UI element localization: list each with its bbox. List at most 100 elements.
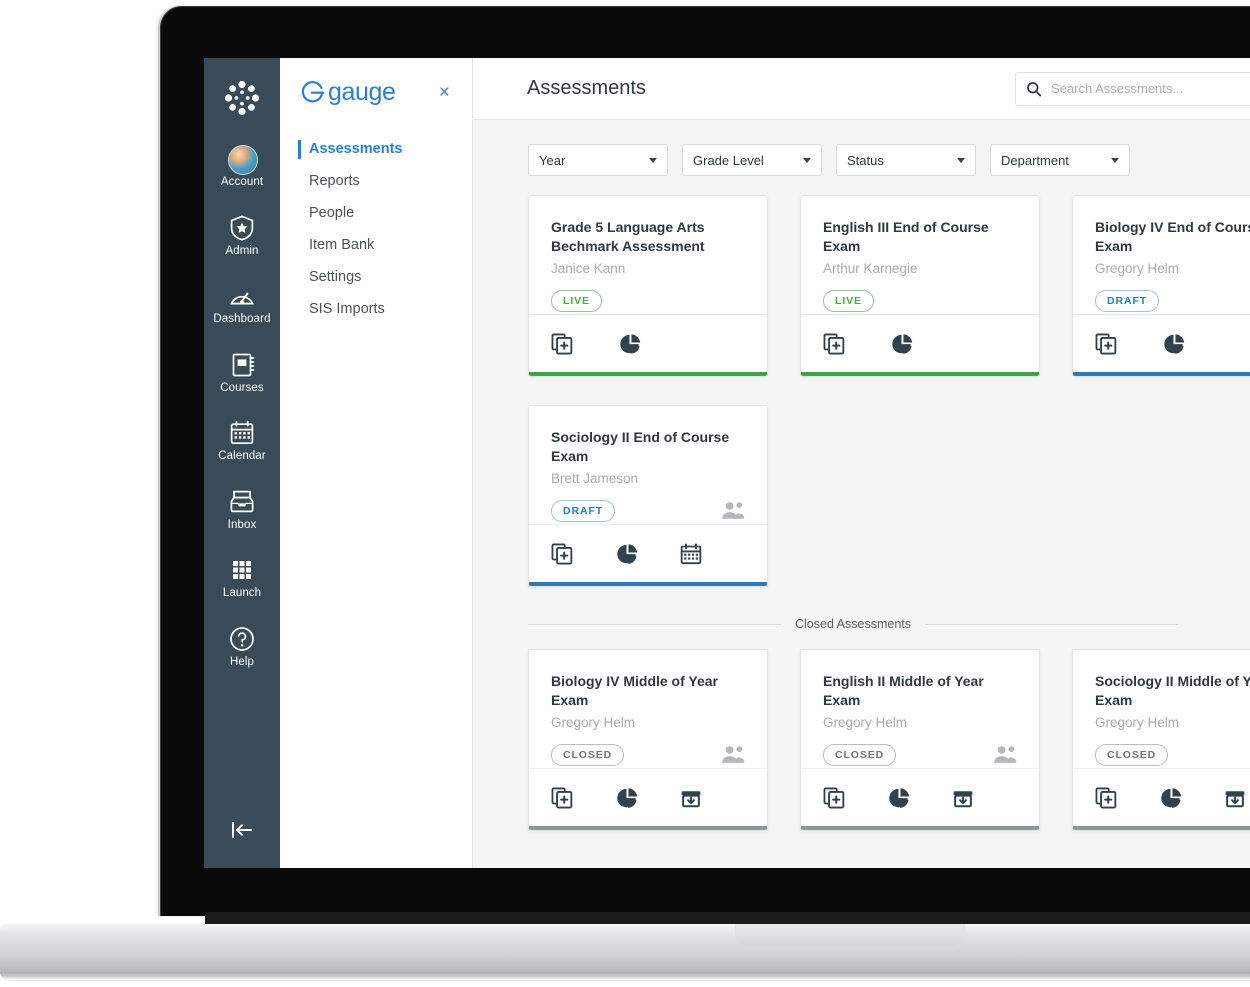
card-author: Brett Jameson <box>551 470 639 486</box>
filter-label: Department <box>1001 152 1069 168</box>
nav-rail-item-launch[interactable]: Launch <box>204 556 280 600</box>
assessment-card[interactable]: English II Middle of Year Exam Gregory H… <box>800 649 1040 831</box>
side-menu-item-reports[interactable]: Reports <box>280 165 472 197</box>
status-badge: DRAFT <box>1095 289 1160 312</box>
duplicate-icon[interactable] <box>551 787 616 809</box>
side-menu-label: Reports <box>309 173 360 189</box>
page-title: Assessments <box>527 77 646 99</box>
card-accent-bar <box>801 372 1039 376</box>
people-icon <box>721 501 745 520</box>
nav-rail-label: Admin <box>225 244 259 257</box>
nav-rail-item-help[interactable]: Help <box>204 625 280 669</box>
assessment-card[interactable]: Sociology II End of Course Exam Brett Ja… <box>528 405 768 587</box>
gauge-brand-header: gauge × <box>280 58 472 107</box>
nav-rail-label: Dashboard <box>213 313 271 325</box>
filter-label: Grade Level <box>693 152 764 168</box>
archive-download-icon[interactable] <box>952 787 1017 809</box>
card-title: Biology IV End of Course Exam <box>1095 219 1250 254</box>
side-menu-label: Assessments <box>309 141 403 157</box>
card-accent-bar <box>529 826 767 830</box>
duplicate-icon[interactable] <box>823 787 888 809</box>
pie-chart-icon[interactable] <box>891 333 959 355</box>
people-icon <box>721 745 745 764</box>
nav-rail-label: Help <box>229 655 255 668</box>
pie-chart-icon[interactable] <box>1163 333 1231 355</box>
card-author: Gregory Helm <box>551 714 636 730</box>
duplicate-icon[interactable] <box>1095 333 1163 355</box>
assessment-card[interactable]: English III End of Course Exam Arthur Ka… <box>800 195 1040 377</box>
pie-chart-icon[interactable] <box>888 787 953 809</box>
duplicate-icon[interactable] <box>1095 787 1160 809</box>
card-author: Janice Kann <box>551 260 626 276</box>
shield-star-icon <box>228 214 256 242</box>
side-menu-item-item-bank[interactable]: Item Bank <box>280 229 472 261</box>
card-body: Sociology II Middle of Year Exam Gregory… <box>1073 650 1250 768</box>
side-menu-label: People <box>309 205 355 221</box>
assessment-card[interactable]: Biology IV Middle of Year Exam Gregory H… <box>528 649 768 831</box>
duplicate-icon[interactable] <box>823 333 891 355</box>
card-meta-row: CLOSED <box>551 743 745 766</box>
archive-download-icon[interactable] <box>680 787 745 809</box>
side-menu-item-settings[interactable]: Settings <box>280 261 472 293</box>
nav-rail-item-courses[interactable]: Courses <box>204 351 280 395</box>
calendar-icon[interactable] <box>680 542 745 565</box>
card-body: Grade 5 Language Arts Bechmark Assessmen… <box>529 196 767 314</box>
nav-rail-item-account[interactable]: Account <box>204 145 280 189</box>
nav-rail-label: Account <box>220 176 264 188</box>
card-body: English II Middle of Year Exam Gregory H… <box>801 650 1039 768</box>
nav-rail-label: Inbox <box>227 518 257 531</box>
pie-chart-icon[interactable] <box>616 543 681 565</box>
canvas-logo-icon[interactable] <box>220 76 264 120</box>
card-meta-row: LIVE <box>823 289 1017 312</box>
card-meta-row: LIVE <box>551 289 745 312</box>
card-title: Grade 5 Language Arts Bechmark Assessmen… <box>551 219 705 254</box>
card-body: English III End of Course Exam Arthur Ka… <box>801 196 1039 314</box>
search-input[interactable]: Search Assessments... <box>1015 71 1250 106</box>
collapse-left-icon[interactable] <box>204 820 280 840</box>
nav-rail-item-inbox[interactable]: Inbox <box>204 488 280 532</box>
screen-viewport: Account Admin Dashboard Courses Calendar… <box>204 58 1250 868</box>
assessment-card[interactable]: Biology IV End of Course Exam Gregory He… <box>1072 195 1250 377</box>
side-menu-item-sis-imports[interactable]: SIS Imports <box>280 293 472 325</box>
side-menu-item-assessments[interactable]: Assessments <box>280 133 472 165</box>
chevron-down-icon <box>957 157 965 163</box>
pie-chart-icon[interactable] <box>616 787 681 809</box>
card-accent-bar <box>1073 826 1250 830</box>
status-badge: CLOSED <box>1095 743 1169 766</box>
card-actions <box>1073 768 1250 826</box>
filter-status[interactable]: Status <box>836 144 976 176</box>
card-meta-row: CLOSED <box>823 743 1017 766</box>
nav-rail-item-dashboard[interactable]: Dashboard <box>204 282 280 326</box>
status-badge: LIVE <box>551 289 602 312</box>
card-body: Biology IV End of Course Exam Gregory He… <box>1073 196 1250 314</box>
filter-department[interactable]: Department <box>990 144 1130 176</box>
card-author: Gregory Helm <box>1095 714 1180 730</box>
chevron-down-icon <box>803 157 811 163</box>
side-menu-item-people[interactable]: People <box>280 197 472 229</box>
card-actions <box>529 768 767 826</box>
pie-chart-icon[interactable] <box>619 333 687 355</box>
card-accent-bar <box>1073 372 1250 376</box>
nav-rail-label: Courses <box>220 381 264 394</box>
assessment-card[interactable]: Grade 5 Language Arts Bechmark Assessmen… <box>528 195 768 377</box>
filter-year[interactable]: Year <box>528 144 668 176</box>
close-icon[interactable]: × <box>439 83 450 102</box>
status-badge: CLOSED <box>551 743 625 766</box>
assessment-card[interactable]: Sociology II Middle of Year Exam Gregory… <box>1072 649 1250 831</box>
laptop-base-edge <box>0 972 1250 980</box>
duplicate-icon[interactable] <box>551 333 619 355</box>
pie-chart-icon[interactable] <box>1160 787 1225 809</box>
divider-rule-right <box>925 623 1178 625</box>
card-actions <box>529 314 767 372</box>
duplicate-icon[interactable] <box>551 543 616 565</box>
card-accent-bar <box>529 372 767 376</box>
card-meta-row: CLOSED <box>1095 743 1250 766</box>
nav-rail-item-calendar[interactable]: Calendar <box>204 419 280 463</box>
assessment-card-grid-row-1: Grade 5 Language Arts Bechmark Assessmen… <box>473 195 1250 377</box>
nav-rail-item-admin[interactable]: Admin <box>204 214 280 258</box>
card-title: English III End of Course Exam <box>823 219 989 254</box>
filter-grade-level[interactable]: Grade Level <box>682 144 822 176</box>
archive-download-icon[interactable] <box>1224 787 1250 809</box>
gauge-g-icon <box>300 80 325 105</box>
question-circle-icon <box>228 625 256 653</box>
